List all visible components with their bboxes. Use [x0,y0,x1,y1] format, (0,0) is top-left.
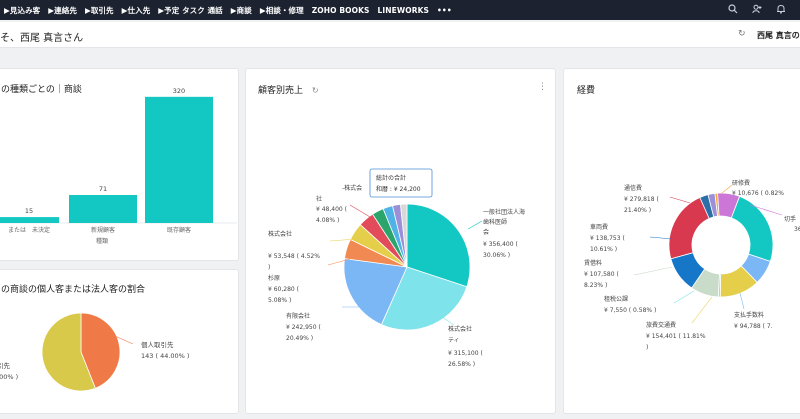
nav-lineworks[interactable]: LINEWORKS [378,6,430,15]
slice-value: 4.08% ) [316,217,339,224]
leader-line [349,204,371,218]
slice-value: 20.49% ) [286,335,313,342]
slice-label: 切手 [784,215,796,223]
slice-label: 車両費 [590,223,608,231]
slice-label: -株式会 [342,184,362,192]
slice-label: 通信費 [624,184,642,192]
slice-value: 21.40% ) [624,207,651,214]
greeting-bar: そ、西尾 真言さん ↻ 西尾 真言の [0,22,800,48]
expense-slice-2[interactable] [730,195,774,262]
slice-value: ¥ 7,550 ( 0.58% ) [604,307,656,314]
slice-label: 歯科医師 [483,218,507,226]
slice-value: 8.23% ) [584,282,607,289]
nav-activities[interactable]: ▶予定 タスク 通話 [158,5,223,16]
slice-label: 研修費 [732,179,750,187]
slice-value: ) [646,344,648,351]
bar-value-label-2: 320 [173,87,185,95]
slice-value: .00% ) [0,373,18,381]
bell-icon[interactable] [776,4,786,17]
slice-value: ¥ 60,280 ( [268,286,299,293]
deals-by-type-chart: 15 または 未決定 71 新規顧客 320 既存顧客種類 [0,87,237,245]
user-add-icon[interactable] [752,4,762,17]
expenses-card: 経費 通信費 ¥ 279,818 (21.40% ) 車両費 ¥ 138,753 (1… [563,68,800,414]
slice-value: ¥ 356,400 ( [483,241,518,248]
tooltip-title: 総計の合計 [376,174,406,182]
customer-ratio-card: の商談の個人客または法人客の割合 個人取引先143 ( 44.00% )引先.0… [0,269,239,414]
leader-line [673,290,695,304]
slice-label: 社 [316,195,322,203]
slice-value: 30.06% ) [483,252,510,259]
slice-label: 有限会社 [286,312,310,320]
nav-zoho-books[interactable]: ZOHO BOOKS [312,6,370,15]
expenses-chart: 通信費 ¥ 279,818 ( 21.40% ) 車両費 ¥ 138,753 ( 10.6… [584,179,800,351]
slice-label: 一般社団法人海 [483,208,525,216]
refresh-icon[interactable]: ↻ [738,29,746,39]
nav-accounts[interactable]: ▶取引先 [85,5,114,16]
leader-line [649,236,673,240]
slice-value: ¥ 10,676 ( 0.82% [732,190,784,197]
slice-label: 36 [794,226,800,233]
nav-tools [728,0,800,20]
slice-value: ¥ 53,548 ( 4.52% [268,253,320,260]
nav-vendors[interactable]: ▶仕入先 [122,5,151,16]
leader-line [441,316,455,326]
slice-label: 賃借料 [584,259,602,267]
slice-value: 26.58% ) [448,361,475,368]
sales-by-customer-chart: 一般社団法人海歯科医師会 ¥ 356,400 ( 30.06% ) 株式会社ティ ¥ 3… [268,168,525,368]
slice-label: 会 [483,228,489,236]
bar-value-label-1: 71 [99,185,107,193]
bar-2[interactable] [145,96,213,223]
greeting-text: そ、西尾 真言さん [0,33,84,44]
slice-value: ¥ 315,100 ( [448,350,483,357]
top-nav: ▶見込み客 ▶連絡先 ▶取引先 ▶仕入先 ▶予定 タスク 通話 ▶商談 ▶相談・… [0,0,800,20]
deals-by-type-card: の種類ごとの｜商談 15 または 未決定 71 新規顧客 320 既存顧客 種類 [0,68,239,261]
leader-line [739,292,745,310]
slice-value: ¥ 107,580 ( [584,271,619,278]
slice-label: 引先 [0,361,11,370]
bar-value-label-0: 15 [25,207,33,215]
slice-value: 5.08% ) [268,297,291,304]
leader-line [669,196,691,204]
search-icon[interactable] [728,3,738,17]
slice-label: 租税公課 [604,295,628,303]
leader-line [691,296,713,324]
slice-value: ¥ 48,400 ( [316,206,347,213]
bar-1[interactable] [69,195,137,223]
leader-line [721,184,733,194]
sales-by-customer-card: 顧客別売上 ↻ ⋮ 一般社団法人海 歯科医師会 ¥ 356,400 (30.06% … [245,68,556,414]
slice-value: 10.61% ) [590,246,617,253]
slice-label: 支払手数料 [734,311,764,319]
slice-label: 個人取引先 [141,340,174,349]
user-name[interactable]: 西尾 真言の [757,30,800,41]
slice-label: 旅費交通費 [646,321,676,329]
nav-more[interactable]: ••• [437,6,452,15]
x-tick-label-1: 新規顧客 [91,226,115,234]
bar-0[interactable] [0,217,59,223]
slice-value: ¥ 94,788 ( 7. [734,323,773,330]
x-axis-title: 種類 [96,237,108,245]
chart-tooltip: 総計の合計和暦 : ¥ 24,200 [369,168,433,198]
slice-label: 株式会社 [268,230,292,238]
leader-line [467,220,483,230]
slice-label: ティ [448,337,460,344]
expense-slice-8[interactable] [668,196,710,260]
nav-deals[interactable]: ▶商談 [231,5,252,16]
customer-ratio-chart: 個人取引先 143 ( 44.00% ) 引先 .00% ) [0,312,189,392]
slice-value: ) [268,264,270,271]
tooltip-value: 和暦 : ¥ 24,200 [376,185,421,193]
leader-line [633,266,673,276]
slice-label: 株式会社 [448,325,472,333]
x-tick-label-0: または 未決定 [8,226,50,234]
nav-leads[interactable]: ▶見込み客 [4,5,40,16]
slice-value: ¥ 154,401 ( 11.81% [646,333,706,340]
slice-value: 143 ( 44.00% ) [141,352,189,360]
nav-contacts[interactable]: ▶連絡先 [48,5,77,16]
slice-label: 杉原 [268,274,280,282]
slice-value: ¥ 279,818 ( [624,196,659,203]
nav-cases[interactable]: ▶相談・修理 [260,5,304,16]
x-tick-label-2: 既存顧客 [167,226,191,234]
slice-value: ¥ 138,753 ( [590,235,625,242]
slice-value: ¥ 242,950 ( [286,324,321,331]
